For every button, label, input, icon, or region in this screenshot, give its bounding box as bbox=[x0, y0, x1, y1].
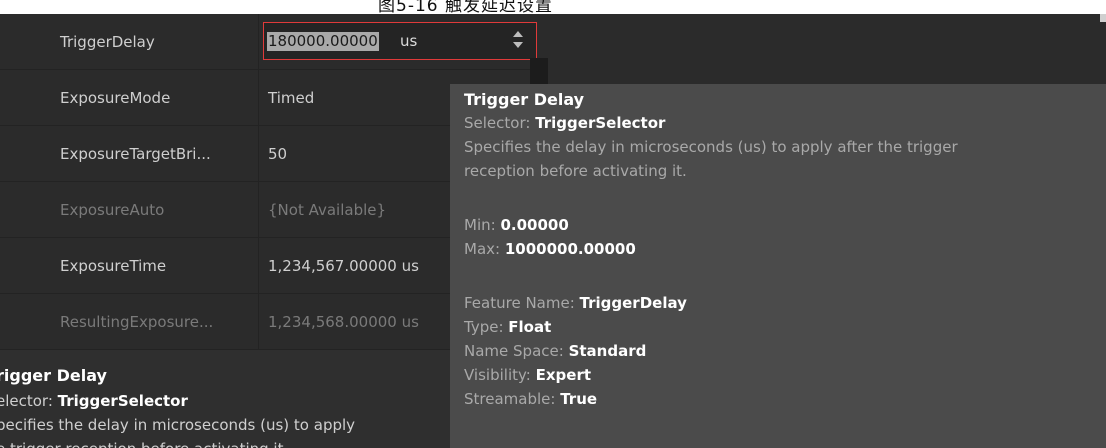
selector-label: Selector: bbox=[464, 114, 536, 132]
tooltip-type: Type: Float bbox=[464, 318, 551, 336]
visibility-label: Visibility: bbox=[464, 366, 536, 384]
tooltip-name-space: Name Space: Standard bbox=[464, 342, 646, 360]
property-name: ExposureTargetBri... bbox=[60, 145, 211, 163]
trigger-delay-input[interactable]: 180000.00000 us bbox=[263, 22, 537, 60]
property-value[interactable]: 1,234,567.00000 us bbox=[268, 238, 419, 294]
max-value: 1000000.00000 bbox=[504, 240, 636, 258]
min-label: Min: bbox=[464, 216, 501, 234]
property-name: ResultingExposure... bbox=[60, 313, 214, 331]
caption-text: 图5-16 触发延迟设置 bbox=[378, 0, 553, 14]
panel-grip-icon[interactable] bbox=[1100, 14, 1106, 22]
tooltip-title: Trigger Delay bbox=[464, 90, 585, 109]
property-name: ExposureTime bbox=[60, 257, 167, 275]
description-text-2: e trigger reception before activating it… bbox=[0, 440, 288, 448]
streamable-value: True bbox=[560, 390, 598, 408]
tooltip-min: Min: 0.00000 bbox=[464, 216, 569, 234]
tooltip-streamable: Streamable: True bbox=[464, 390, 597, 408]
property-value: 1,234,568.00000 us bbox=[268, 313, 419, 331]
property-value[interactable]: Timed bbox=[268, 70, 314, 126]
tooltip-feature-name: Feature Name: TriggerDelay bbox=[464, 294, 687, 312]
description-selector: elector: TriggerSelector bbox=[0, 392, 188, 410]
type-value: Float bbox=[508, 318, 552, 336]
namespace-label: Name Space: bbox=[464, 342, 569, 360]
property-value: {Not Available} bbox=[268, 201, 387, 219]
tooltip-visibility: Visibility: Expert bbox=[464, 366, 591, 384]
description-panel: rigger Delay elector: TriggerSelector pe… bbox=[0, 350, 450, 448]
description-title: rigger Delay bbox=[0, 366, 107, 385]
feature-tooltip: Trigger Delay Selector: TriggerSelector … bbox=[450, 84, 1106, 448]
property-viewer: TriggerDelay ExposureMode Timed Exposure… bbox=[0, 14, 1106, 448]
editor-shadow bbox=[530, 58, 548, 84]
selector-label: elector: bbox=[0, 392, 58, 410]
tooltip-selector: Selector: TriggerSelector bbox=[464, 114, 665, 132]
figure-caption: 图5-16 触发延迟设置 bbox=[0, 0, 1106, 14]
tooltip-description-line-2: reception before activating it. bbox=[464, 162, 687, 180]
feature-value: TriggerDelay bbox=[579, 294, 687, 312]
visibility-value: Expert bbox=[535, 366, 592, 384]
selector-value: TriggerSelector bbox=[535, 114, 666, 132]
property-value[interactable]: 50 bbox=[268, 126, 287, 182]
tooltip-max: Max: 1000000.00000 bbox=[464, 240, 636, 258]
min-value: 0.00000 bbox=[500, 216, 569, 234]
spin-button[interactable] bbox=[512, 29, 524, 53]
trigger-delay-unit: us bbox=[400, 32, 418, 50]
type-label: Type: bbox=[464, 318, 509, 336]
streamable-label: Streamable: bbox=[464, 390, 561, 408]
trigger-delay-value-selected[interactable]: 180000.00000 bbox=[267, 32, 379, 51]
property-name: ExposureMode bbox=[60, 89, 171, 107]
tooltip-description-line-1: Specifies the delay in microseconds (us)… bbox=[464, 138, 958, 156]
right-pane bbox=[548, 14, 1106, 84]
description-text: pecifies the delay in microseconds (us) … bbox=[0, 416, 356, 434]
selector-value: TriggerSelector bbox=[57, 392, 188, 410]
property-name: TriggerDelay bbox=[60, 33, 155, 51]
namespace-value: Standard bbox=[568, 342, 647, 360]
feature-label: Feature Name: bbox=[464, 294, 580, 312]
chevron-down-icon[interactable] bbox=[513, 42, 523, 48]
property-name: ExposureAuto bbox=[60, 201, 165, 219]
max-label: Max: bbox=[464, 240, 505, 258]
chevron-up-icon[interactable] bbox=[513, 31, 523, 37]
